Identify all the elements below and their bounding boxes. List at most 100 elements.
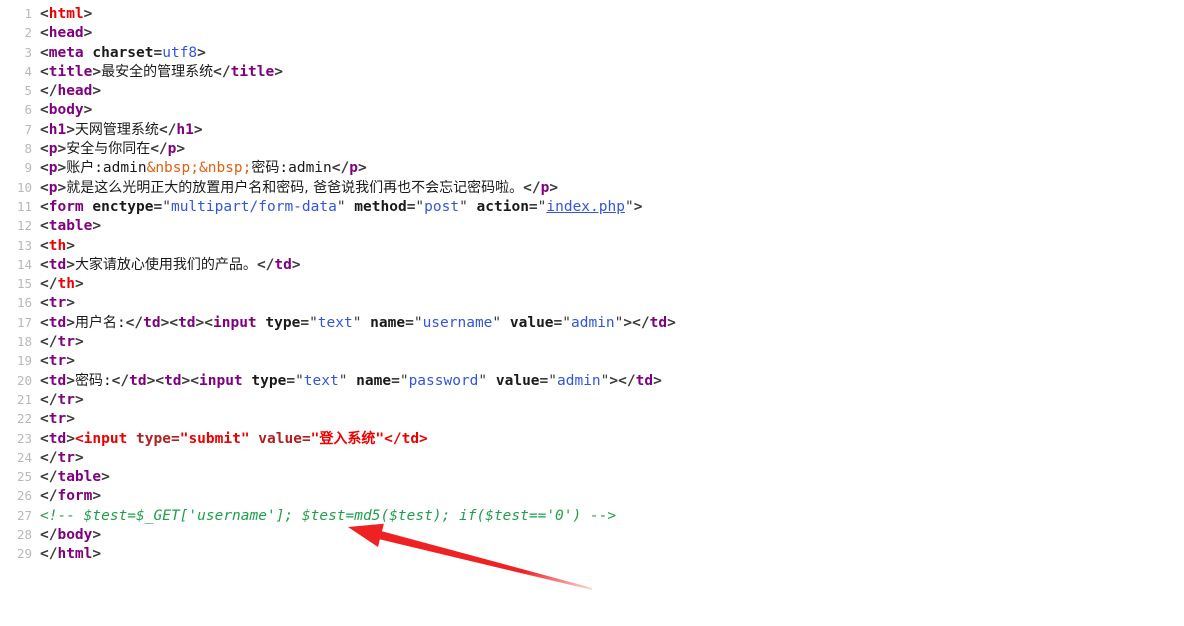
- code-token-tag: head: [48, 25, 84, 42]
- code-line[interactable]: 19 <tr>: [0, 351, 1184, 370]
- line-code: </head>: [40, 82, 101, 101]
- code-token-bracket: =: [528, 198, 538, 215]
- code-token-bracket: >: [92, 527, 102, 544]
- code-token-tag: form: [48, 198, 84, 215]
- code-token-bracket: </: [523, 179, 541, 196]
- code-token-bracket: </: [331, 160, 350, 177]
- code-token-bracket: >: [176, 141, 186, 158]
- code-line[interactable]: 10 <p>就是这么光明正大的放置用户名和密码, 爸爸说我们再也不会忘记密码啦。<…: [0, 178, 1184, 197]
- line-number: 8: [24, 141, 32, 157]
- code-token-bracket: ><: [195, 314, 214, 331]
- code-token-attr: enctype: [83, 198, 154, 215]
- code-token-bracket: >: [653, 372, 662, 389]
- code-token-tag-err: th: [48, 237, 67, 254]
- code-line[interactable]: 1 <html>: [0, 4, 1184, 23]
- code-token-bracket: <: [40, 25, 49, 42]
- code-token-tag: td: [48, 256, 67, 273]
- code-token-bracket: >: [92, 488, 102, 505]
- code-token-bracket: </: [150, 141, 168, 158]
- code-token-tag: title: [230, 63, 275, 80]
- code-token-tag: html: [57, 546, 93, 563]
- code-token-cjk: 用户名: [74, 314, 117, 331]
- code-line[interactable]: 4 <title>最安全的管理系统</title>: [0, 62, 1184, 81]
- code-line[interactable]: 2 <head>: [0, 23, 1184, 42]
- code-line[interactable]: 28 </body>: [0, 525, 1184, 544]
- code-line[interactable]: 14 <td>大家请放心使用我们的产品。</td>: [0, 255, 1184, 274]
- code-line[interactable]: 21 </tr>: [0, 390, 1184, 409]
- line-number: 24: [16, 449, 32, 465]
- line-number: 15: [16, 276, 32, 292]
- code-token-bracket: >: [92, 218, 102, 235]
- code-line[interactable]: 6 <body>: [0, 100, 1184, 119]
- code-token-bracket: =: [391, 372, 400, 389]
- code-line[interactable]: 17 <td>用户名:</td><td><input type="text" na…: [0, 313, 1184, 332]
- code-line[interactable]: 8 <p>安全与你同在</p>: [0, 139, 1184, 158]
- line-number: 10: [16, 179, 32, 195]
- code-token-tag: td: [164, 372, 182, 389]
- code-token-attr: action: [467, 198, 529, 215]
- code-token-bracket: =: [405, 314, 414, 331]
- code-line[interactable]: 24 </tr>: [0, 448, 1184, 467]
- code-token-bracket: <: [40, 353, 49, 370]
- code-token-value: multipart/form-data: [170, 198, 337, 215]
- code-token-bracket: >: [66, 237, 75, 254]
- line-number: 23: [16, 430, 32, 446]
- code-token-err-plain: type=: [127, 430, 180, 447]
- code-line[interactable]: 22 <tr>: [0, 409, 1184, 428]
- code-line[interactable]: 16 <tr>: [0, 293, 1184, 312]
- code-token-tag: tr: [57, 334, 75, 351]
- code-line[interactable]: 23 <td><input type="submit" value="登入系统"<…: [0, 429, 1184, 448]
- line-number: 9: [24, 160, 32, 176]
- code-token-quote: ": [478, 372, 488, 389]
- code-line[interactable]: 3 <meta charset=utf8>: [0, 43, 1184, 62]
- code-token-tag: tr: [48, 411, 67, 428]
- code-token-quote: ": [399, 372, 409, 389]
- code-line[interactable]: 7 <h1>天网管理系统</h1>: [0, 120, 1184, 139]
- code-token-bracket: </: [40, 83, 58, 100]
- line-number: 20: [16, 372, 32, 388]
- code-token-tag: input: [213, 314, 257, 331]
- line-number: 18: [16, 334, 32, 350]
- code-line[interactable]: 25 </table>: [0, 467, 1184, 486]
- code-line[interactable]: 13 <th>: [0, 236, 1184, 255]
- code-token-bracket: <: [40, 44, 49, 61]
- code-line[interactable]: 18 </tr>: [0, 332, 1184, 351]
- code-token-bracket: ></: [623, 314, 650, 331]
- code-token-bracket: </: [125, 314, 144, 331]
- code-line[interactable]: 26 </form>: [0, 486, 1184, 505]
- code-token-bracket: <: [40, 256, 49, 273]
- line-code: <!-- $test=$_GET['username']; $test=md5(…: [40, 507, 616, 526]
- code-token-err: <input: [74, 430, 128, 447]
- code-token-quote: ": [336, 198, 346, 215]
- code-token-tag: td: [635, 372, 654, 389]
- code-token-cjk: 最安全的管理系统: [101, 63, 214, 80]
- code-line[interactable]: 5 </head>: [0, 81, 1184, 100]
- code-token-bracket: >: [92, 83, 102, 100]
- line-code: <td>用户名:</td><td><input type="text" name…: [40, 314, 676, 333]
- code-line[interactable]: 12 <table>: [0, 216, 1184, 235]
- code-token-bracket: >: [66, 411, 75, 428]
- code-line[interactable]: 9 <p>账户:admin&nbsp;&nbsp;密码:admin</p>: [0, 158, 1184, 177]
- code-line[interactable]: 29 </html>: [0, 544, 1184, 563]
- code-line[interactable]: 11 <form enctype="multipart/form-data" me…: [0, 197, 1184, 216]
- line-code: <td>密码:</td><td><input type="text" name=…: [40, 372, 662, 391]
- code-viewer[interactable]: 1 <html> 2 <head> 3 <meta charset=utf8> 4 <titl…: [0, 0, 1184, 626]
- code-token-attr: name: [361, 314, 406, 331]
- code-token-bracket: <: [40, 372, 49, 389]
- code-line[interactable]: 15 </th>: [0, 274, 1184, 293]
- code-token-tag: h1: [48, 121, 67, 138]
- line-code: <td><input type="submit" value="登入系统"</t…: [40, 430, 428, 449]
- code-token-bracket: >: [549, 179, 559, 196]
- code-token-cjk: 密码: [74, 372, 103, 389]
- code-token-bracket: ><: [160, 314, 179, 331]
- code-line[interactable]: 20 <td>密码:</td><td><input type="text" nam…: [0, 371, 1184, 390]
- line-number: 13: [16, 237, 32, 253]
- code-token-bracket: <: [40, 237, 49, 254]
- line-number: 4: [24, 63, 32, 79]
- code-token-tag: td: [274, 256, 292, 273]
- code-token-comment: <!-- $test=$_GET['username']; $test=md5(…: [40, 507, 617, 524]
- code-token-value: admin: [557, 372, 601, 389]
- line-number: 19: [16, 353, 32, 369]
- code-token-text: :: [102, 372, 112, 389]
- code-line[interactable]: 27 <!-- $test=$_GET['username']; $test=md…: [0, 506, 1184, 525]
